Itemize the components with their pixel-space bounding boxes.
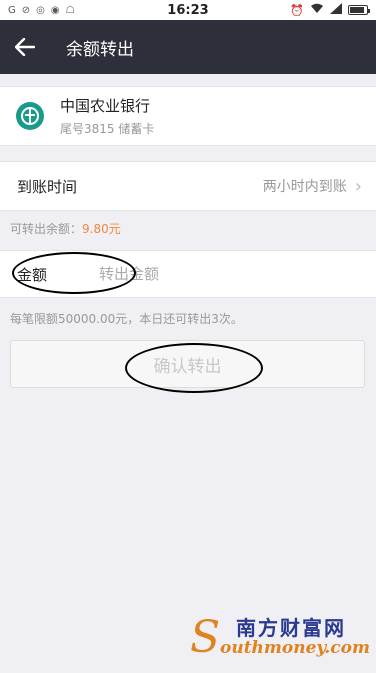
amount-row: 金额 [0,250,376,298]
bank-card-info: 尾号3815 储蓄卡 [60,122,155,136]
balance-label: 可转出余额： [10,222,83,236]
back-arrow-icon [15,38,35,56]
status-left-icons: G ⊘ ◎ ◉ ☖ [8,5,158,16]
watermark-en: outhmoney.com [220,638,370,658]
alarm-icon: ⏰ [290,3,304,17]
balance-amount: 9.80元 [82,222,121,236]
abc-bank-logo-icon [21,107,39,125]
watermark-cn: 南方财富网 [236,616,346,640]
page-title: 余额转出 [66,39,134,60]
arrival-time-value: 两小时内到账 [262,179,347,195]
bank-logo [16,102,44,130]
limit-note: 每笔限额50000.00元，本日还可转出3次。 [10,312,243,326]
watermark-logo: S 南方财富网 outhmoney.com [190,612,370,663]
arrival-time-label: 到账时间 [17,177,78,196]
amount-label: 金额 [17,265,48,284]
bank-card[interactable]: 中国农业银行 尾号3815 储蓄卡 [0,86,376,146]
wifi-icon [310,3,324,17]
notification-icon: ⊘ [21,4,31,16]
available-balance: 可转出余额：9.80元 [10,220,121,237]
app-icon: ☖ [65,4,75,16]
weibo-icon: ◎ [36,4,45,16]
nav-bar: 余额转出 [0,20,376,74]
battery-icon [348,5,370,15]
confirm-transfer-button[interactable]: 确认转出 [10,340,365,388]
bank-name: 中国农业银行 [60,97,151,115]
back-button[interactable] [0,20,50,74]
arrival-time-row[interactable]: 到账时间 两小时内到账 › [0,161,376,211]
amount-input[interactable] [99,265,339,283]
signal-icon [330,3,342,17]
status-bar: G ⊘ ◎ ◉ ☖ 16:23 ⏰ [0,0,376,20]
notification-icon: G [8,4,16,16]
wechat-icon: ◉ [50,4,60,16]
chevron-right-icon: › [354,175,362,197]
